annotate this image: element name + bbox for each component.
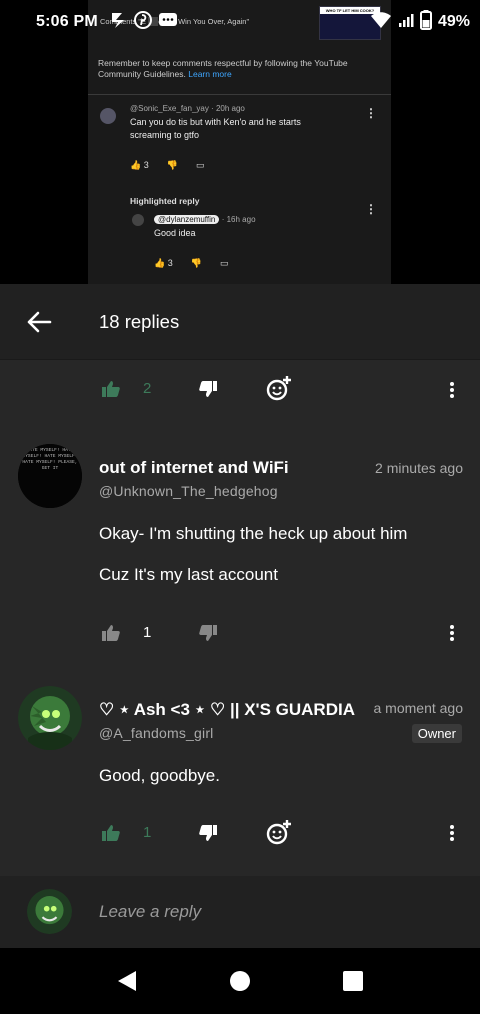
embed-reply-reply-icon: ▭ [219, 258, 229, 268]
battery-percent: 49% [437, 13, 470, 30]
embed-reply-avatar [132, 214, 144, 226]
owner-badge: Owner [411, 724, 462, 743]
embed-actions: 👍 3 👎 ▭ [130, 160, 204, 171]
chat-icon [158, 12, 178, 33]
circle-home-icon [229, 971, 250, 991]
embed-reply-dislike-icon: 👎 [190, 258, 202, 268]
thumbs-down-icon [199, 625, 217, 641]
comment-time: a moment ago [373, 700, 464, 716]
like-count: 1 [143, 624, 152, 641]
like-button[interactable] [100, 622, 122, 644]
embed-divider [88, 94, 391, 95]
thumbs-up-icon [102, 625, 120, 641]
avatar[interactable] [18, 686, 82, 750]
react-button[interactable] [266, 819, 292, 845]
page-title: 18 replies [99, 310, 180, 332]
pinterest-icon [133, 10, 152, 34]
nav-recents-button[interactable] [329, 957, 377, 1005]
embed-comment: @Sonic_Exe_fan_yay · 20h ago Can you do … [130, 104, 301, 140]
status-right: 49% [370, 9, 470, 35]
embed-avatar [100, 108, 116, 124]
like-count: 2 [143, 380, 152, 397]
embed-like-icon: 👍 3 [130, 160, 149, 170]
more-vertical-icon [450, 382, 454, 398]
comment-handle[interactable]: @Unknown_The_hedgehog [99, 483, 278, 499]
wifi-icon [370, 11, 392, 34]
more-options-button[interactable] [442, 619, 462, 647]
comment-text-line-2: Cuz It's my last account [99, 565, 278, 584]
signal-icon [398, 12, 414, 33]
dislike-button[interactable] [197, 622, 219, 644]
reply-bar: Leave a reply [0, 876, 480, 948]
more-options-button[interactable] [442, 376, 462, 404]
triangle-back-icon [117, 971, 136, 991]
more-options-button[interactable] [442, 819, 462, 847]
parent-actions: 2 [0, 368, 480, 412]
back-button[interactable] [0, 284, 78, 360]
more-vertical-icon [450, 825, 454, 841]
comment-text-line-1: Good, goodbye. [99, 766, 220, 785]
thumbs-up-icon [102, 825, 120, 841]
user-avatar-image [27, 889, 72, 934]
embed-reply-like-icon: 👍 3 [154, 258, 173, 268]
avatar-image [18, 686, 82, 750]
comment-item: HATE MYSELF! HATE MYSELF! HATE MYSELF! H… [0, 444, 480, 654]
avatar-text: HATE MYSELF! HATE MYSELF! HATE MYSELF! H… [22, 448, 78, 471]
like-count: 1 [143, 824, 152, 841]
more-vertical-icon [450, 625, 454, 641]
embed-reply-icon: ▭ [195, 160, 205, 170]
comment-time: 2 minutes ago [375, 460, 463, 476]
add-reaction-icon [266, 820, 291, 845]
avatar-image: HATE MYSELF! HATE MYSELF! HATE MYSELF! H… [18, 444, 82, 508]
nav-home-button[interactable] [216, 957, 264, 1005]
status-bar: 5:06 PM 49% [0, 0, 480, 44]
square-recents-icon [343, 971, 364, 991]
dislike-button[interactable] [197, 378, 219, 400]
thumbs-down-icon [199, 825, 217, 841]
react-button[interactable] [266, 375, 292, 401]
embed-reply: @dylanzemuffin · 16h ago Good idea [154, 215, 256, 238]
comment-author[interactable]: ♡ ⋆ Ash <3 ⋆ ♡ || X'S GUARDIAN [99, 700, 355, 720]
battery-icon [419, 9, 432, 35]
replies-header: 18 replies [0, 284, 480, 360]
embed-more-icon: ⋮ [365, 106, 377, 120]
user-avatar [27, 889, 72, 934]
add-reaction-icon [266, 376, 291, 401]
like-button[interactable] [100, 822, 122, 844]
replies-list[interactable]: 2 HATE MYSELF! HATE MYSELF! HATE MYSELF!… [0, 360, 480, 876]
system-nav-bar [0, 948, 480, 1014]
status-time: 5:06 PM [36, 13, 98, 30]
like-button[interactable] [100, 378, 122, 400]
comment-author[interactable]: out of internet and WiFi [99, 458, 359, 478]
arrow-left-icon [27, 311, 52, 332]
thumbs-up-icon [102, 381, 120, 397]
embed-reply-actions: 👍 3 👎 ▭ [154, 258, 228, 269]
nav-back-button[interactable] [103, 957, 151, 1005]
comment-handle[interactable]: @A_fandoms_girl [99, 725, 214, 741]
comment-text-line-1: Okay- I'm shutting the heck up about him [99, 524, 408, 543]
reply-input[interactable]: Leave a reply [99, 902, 201, 922]
avatar[interactable]: HATE MYSELF! HATE MYSELF! HATE MYSELF! H… [18, 444, 82, 508]
thumbs-down-icon [199, 381, 217, 397]
dislike-button[interactable] [197, 822, 219, 844]
embed-dislike-icon: 👎 [166, 160, 178, 170]
embed-guidelines: Remember to keep comments respectful by … [98, 58, 348, 79]
embed-highlighted-label: Highlighted reply [130, 196, 200, 206]
notification-icon [108, 11, 130, 34]
comment-item: ♡ ⋆ Ash <3 ⋆ ♡ || X'S GUARDIAN a moment … [0, 686, 480, 866]
